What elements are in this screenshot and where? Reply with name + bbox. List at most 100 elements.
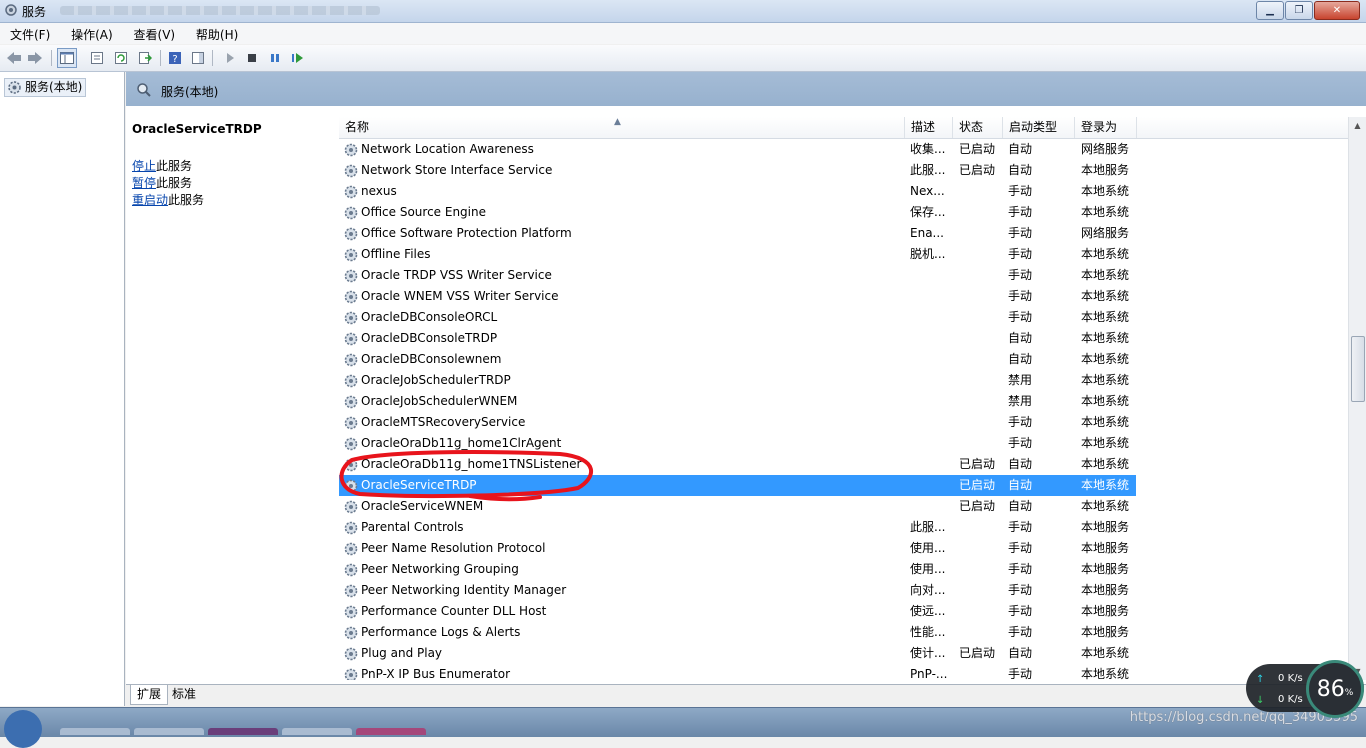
column-header-name[interactable]: 名称 ▲: [339, 117, 905, 138]
service-status: 已启动: [959, 457, 996, 471]
service-name: Oracle TRDP VSS Writer Service: [361, 268, 552, 282]
stop-service-button[interactable]: [242, 48, 262, 68]
minimize-button[interactable]: ▁: [1256, 1, 1284, 20]
service-row[interactable]: Plug and Play 使计... 已启动 自动 本地系统: [339, 643, 1136, 664]
service-row[interactable]: OracleDBConsolewnem 自动 本地系统: [339, 349, 1136, 370]
service-log-on-as: 本地系统: [1081, 457, 1130, 471]
column-header-startup-type[interactable]: 启动类型: [1003, 117, 1075, 138]
service-startup-type: 手动: [1008, 205, 1033, 219]
service-row[interactable]: Parental Controls 此服... 手动 本地服务: [339, 517, 1136, 538]
menu-action[interactable]: 操作(A): [61, 23, 120, 43]
service-row[interactable]: Offline Files 脱机... 手动 本地系统: [339, 244, 1136, 265]
service-row[interactable]: OracleOraDb11g_home1ClrAgent 手动 本地系统: [339, 433, 1136, 454]
tab-standard[interactable]: 标准: [166, 685, 202, 704]
service-status: [959, 580, 1007, 601]
close-button[interactable]: ✕: [1314, 1, 1360, 20]
column-header-status[interactable]: 状态: [953, 117, 1003, 138]
services-list: 名称 ▲ 描述 状态 启动类型 登录为 Network Location Awa…: [339, 117, 1366, 680]
restart-service-button[interactable]: [288, 48, 308, 68]
service-description: [910, 370, 954, 391]
service-description: [910, 475, 954, 496]
minimize-icon: ▁: [1266, 5, 1274, 16]
memory-usage-gauge[interactable]: 86%: [1306, 660, 1364, 718]
start-service-button[interactable]: [220, 48, 240, 68]
services-gear-icon: [8, 81, 21, 94]
restart-service-link[interactable]: 重启动: [132, 193, 168, 207]
back-button[interactable]: [4, 48, 24, 68]
pause-service-link[interactable]: 暂停: [132, 176, 156, 190]
menu-file[interactable]: 文件(F): [0, 23, 57, 43]
refresh-button[interactable]: [111, 48, 131, 68]
service-row[interactable]: OracleMTSRecoveryService 手动 本地系统: [339, 412, 1136, 433]
maximize-button[interactable]: ❐: [1285, 1, 1313, 20]
service-status: [959, 349, 1007, 370]
service-gear-icon: [343, 520, 359, 536]
show-console-tree-button[interactable]: [57, 48, 77, 68]
taskbar-app-2[interactable]: [134, 728, 204, 735]
service-gear-icon: [343, 268, 359, 284]
service-gear-icon: [343, 289, 359, 305]
service-row[interactable]: OracleJobSchedulerTRDP 禁用 本地系统: [339, 370, 1136, 391]
service-log-on-as: 本地服务: [1081, 163, 1130, 177]
service-startup-type: 手动: [1008, 541, 1033, 555]
service-row[interactable]: Oracle WNEM VSS Writer Service 手动 本地系统: [339, 286, 1136, 307]
vertical-scrollbar[interactable]: ▲ ▼: [1348, 117, 1366, 680]
service-row[interactable]: OracleOraDb11g_home1TNSListener 已启动 自动 本地系统: [339, 454, 1136, 475]
download-speed: 0 K/s: [1278, 694, 1303, 705]
properties-button[interactable]: [87, 48, 107, 68]
service-row[interactable]: OracleJobSchedulerWNEM 禁用 本地系统: [339, 391, 1136, 412]
service-row[interactable]: Network Location Awareness 收集... 已启动 自动 网络服务: [339, 139, 1136, 160]
taskbar-app-3[interactable]: [208, 728, 278, 735]
scroll-thumb[interactable]: [1351, 336, 1365, 402]
service-row[interactable]: Peer Name Resolution Protocol 使用... 手动 本地服务: [339, 538, 1136, 559]
service-status: 已启动: [959, 646, 996, 660]
help-button[interactable]: ?: [165, 48, 185, 68]
menu-view[interactable]: 查看(V): [124, 23, 183, 43]
menu-help[interactable]: 帮助(H): [186, 23, 245, 43]
service-description: [910, 433, 954, 454]
service-row[interactable]: Performance Logs & Alerts 性能... 手动 本地服务: [339, 622, 1136, 643]
column-header-description[interactable]: 描述: [905, 117, 953, 138]
taskbar-app-1[interactable]: [60, 728, 130, 735]
pause-service-button[interactable]: [265, 48, 285, 68]
service-row[interactable]: OracleDBConsoleTRDP 自动 本地系统: [339, 328, 1136, 349]
taskbar-app-5[interactable]: [356, 728, 426, 735]
export-list-button[interactable]: [135, 48, 155, 68]
service-name: OracleDBConsolewnem: [361, 352, 502, 366]
service-status: [959, 538, 1007, 559]
service-row[interactable]: nexus Nex... 手动 本地系统: [339, 181, 1136, 202]
forward-button[interactable]: [25, 48, 45, 68]
service-startup-type: 手动: [1008, 310, 1033, 324]
service-row[interactable]: Oracle TRDP VSS Writer Service 手动 本地系统: [339, 265, 1136, 286]
service-status: [959, 517, 1007, 538]
service-row[interactable]: Performance Counter DLL Host 使远... 手动 本地服务: [339, 601, 1136, 622]
service-startup-type: 手动: [1008, 562, 1033, 576]
service-row[interactable]: OracleDBConsoleORCL 手动 本地系统: [339, 307, 1136, 328]
stop-service-link[interactable]: 停止: [132, 159, 156, 173]
service-log-on-as: 本地系统: [1081, 667, 1130, 680]
column-header-log-on-as[interactable]: 登录为: [1075, 117, 1137, 138]
service-row[interactable]: Peer Networking Identity Manager 向对... 手动 本…: [339, 580, 1136, 601]
service-startup-type: 自动: [1008, 331, 1033, 345]
service-name: OracleOraDb11g_home1ClrAgent: [361, 436, 562, 450]
service-row[interactable]: PnP-X IP Bus Enumerator PnP-... 手动 本地系统: [339, 664, 1136, 680]
service-row[interactable]: Network Store Interface Service 此服... 已启动自…: [339, 160, 1136, 181]
scroll-up-icon[interactable]: ▲: [1349, 117, 1366, 134]
service-name: OracleMTSRecoveryService: [361, 415, 526, 429]
tree-node-services-local[interactable]: 服务(本地): [4, 78, 87, 97]
service-name: OracleJobSchedulerWNEM: [361, 394, 518, 408]
service-startup-type: 手动: [1008, 583, 1033, 597]
show-hide-action-pane-button[interactable]: [188, 48, 208, 68]
service-row[interactable]: Office Software Protection Platform Ena..…: [339, 223, 1136, 244]
service-row[interactable]: Office Source Engine 保存... 手动 本地系统: [339, 202, 1136, 223]
service-log-on-as: 本地系统: [1081, 415, 1130, 429]
service-row[interactable]: Peer Networking Grouping 使用... 手动 本地服务: [339, 559, 1136, 580]
tab-extended[interactable]: 扩展: [130, 685, 169, 705]
start-button[interactable]: [4, 710, 42, 748]
service-row[interactable]: OracleServiceWNEM 已启动 自动 本地系统: [339, 496, 1136, 517]
taskbar-app-4[interactable]: [282, 728, 352, 735]
service-startup-type: 禁用: [1008, 373, 1033, 387]
service-startup-type: 自动: [1008, 457, 1033, 471]
restore-icon: ❐: [1294, 5, 1304, 16]
service-row[interactable]: OracleServiceTRDP 已启动 自动 本地系统: [339, 475, 1136, 496]
